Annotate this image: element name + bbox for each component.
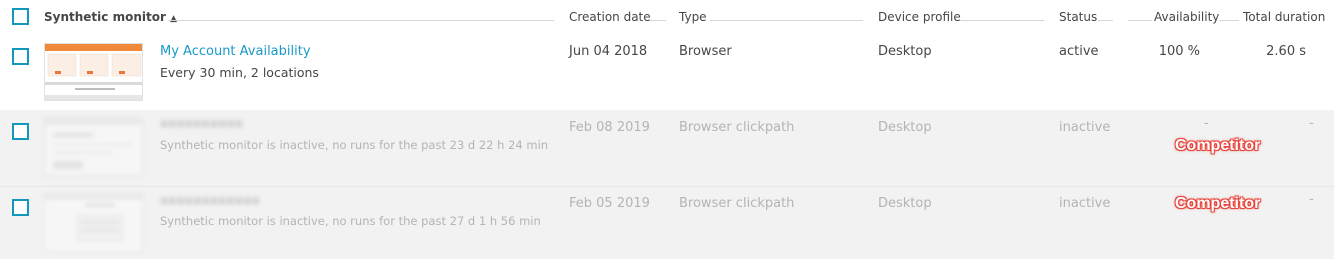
creation-date: Feb 05 2019: [569, 196, 650, 211]
monitor-name-link[interactable]: ••••••••••: [160, 118, 243, 133]
monitor-screenshot-thumbnail[interactable]: [44, 43, 143, 101]
sort-ascending-icon: ▲: [170, 14, 177, 24]
thumbnail-preview-icon: [45, 119, 142, 175]
monitor-status: inactive: [1059, 196, 1111, 211]
column-type[interactable]: Type: [679, 10, 707, 24]
row-checkbox[interactable]: [12, 123, 29, 140]
column-device-profile[interactable]: Device profile: [878, 10, 961, 24]
header-divider: [1219, 20, 1239, 21]
row-checkbox[interactable]: [12, 48, 29, 65]
thumbnail-preview-icon: [45, 44, 142, 100]
thumbnail-preview-icon: [45, 195, 142, 251]
select-all-checkbox[interactable]: [12, 8, 29, 25]
device-profile: Desktop: [878, 120, 932, 135]
column-availability[interactable]: Availability: [1154, 10, 1219, 24]
header-divider: [960, 20, 1044, 21]
table-header: Synthetic monitor ▲ Creation date Type D…: [0, 0, 1344, 34]
total-duration-value: -: [1309, 116, 1314, 131]
monitor-type: Browser: [679, 44, 732, 59]
creation-date: Jun 04 2018: [569, 44, 648, 59]
table-row[interactable]: •••••••••• Synthetic monitor is inactive…: [0, 110, 1334, 186]
device-profile: Desktop: [878, 44, 932, 59]
table-row[interactable]: •••••••••••• Synthetic monitor is inacti…: [0, 187, 1334, 259]
column-status[interactable]: Status: [1059, 10, 1097, 24]
row-checkbox[interactable]: [12, 199, 29, 216]
column-synthetic-monitor-label: Synthetic monitor: [44, 10, 166, 24]
header-divider: [1098, 20, 1113, 21]
column-creation-date[interactable]: Creation date: [569, 10, 651, 24]
monitor-type: Browser clickpath: [679, 120, 795, 135]
monitor-type: Browser clickpath: [679, 196, 795, 211]
header-divider: [168, 20, 554, 21]
availability-value: -: [1204, 116, 1209, 131]
header-divider: [650, 20, 666, 21]
header-divider: [710, 20, 863, 21]
monitor-screenshot-thumbnail[interactable]: [44, 118, 143, 176]
monitor-status: active: [1059, 44, 1099, 59]
monitor-screenshot-thumbnail[interactable]: [44, 194, 143, 252]
column-total-duration[interactable]: Total duration: [1243, 10, 1325, 24]
device-profile: Desktop: [878, 196, 932, 211]
header-divider: [1128, 20, 1152, 21]
availability-value: 100 %: [1158, 44, 1200, 59]
monitor-inactive-message: Synthetic monitor is inactive, no runs f…: [160, 214, 541, 228]
monitor-status: inactive: [1059, 120, 1111, 135]
monitor-inactive-message: Synthetic monitor is inactive, no runs f…: [160, 138, 549, 152]
column-synthetic-monitor[interactable]: Synthetic monitor ▲: [44, 10, 177, 24]
competitor-annotation: Competitor: [1175, 195, 1261, 212]
table-row[interactable]: My Account Availability Every 30 min, 2 …: [0, 34, 1334, 110]
monitor-name-link[interactable]: My Account Availability: [160, 44, 311, 59]
total-duration-value: 2.60 s: [1266, 44, 1306, 59]
monitor-name-link[interactable]: ••••••••••••: [160, 195, 260, 210]
total-duration-value: -: [1309, 192, 1314, 207]
competitor-annotation: Competitor: [1175, 137, 1261, 154]
monitor-frequency: Every 30 min, 2 locations: [160, 65, 319, 80]
creation-date: Feb 08 2019: [569, 120, 650, 135]
